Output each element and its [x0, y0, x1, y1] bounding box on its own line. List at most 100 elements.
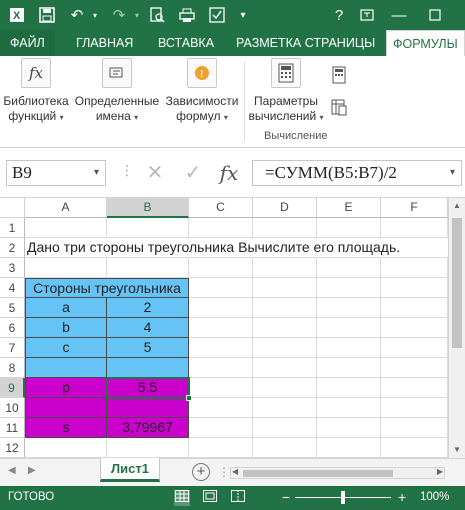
- cell-d5[interactable]: [253, 298, 317, 318]
- cell-f6[interactable]: [381, 318, 448, 338]
- cell-a11[interactable]: s: [25, 418, 107, 438]
- cell-b5[interactable]: 2: [107, 298, 189, 318]
- cell-a9[interactable]: p: [25, 378, 107, 398]
- cell-f3[interactable]: [381, 258, 448, 278]
- insert-function-button[interactable]: fx: [216, 160, 242, 186]
- excel-logo-icon[interactable]: X: [6, 4, 28, 26]
- cell-f4[interactable]: [381, 278, 448, 298]
- cell-a12[interactable]: [25, 438, 107, 458]
- cancel-icon[interactable]: ✕: [144, 160, 166, 186]
- cell-f8[interactable]: [381, 358, 448, 378]
- cell-c8[interactable]: [189, 358, 253, 378]
- cell-c3[interactable]: [189, 258, 253, 278]
- cell-f5[interactable]: [381, 298, 448, 318]
- column-header-d[interactable]: D: [253, 198, 317, 218]
- print-preview-icon[interactable]: [146, 4, 168, 26]
- column-header-f[interactable]: F: [381, 198, 448, 218]
- calculation-options-button[interactable]: Параметры вычислений ▾: [246, 56, 326, 125]
- cell-f1[interactable]: [381, 218, 448, 238]
- tab-file[interactable]: ФАЙЛ: [0, 30, 55, 56]
- select-all-corner[interactable]: [0, 198, 25, 218]
- minimize-icon[interactable]: —: [388, 4, 410, 26]
- cell-e3[interactable]: [317, 258, 381, 278]
- row-header-6[interactable]: 6: [0, 318, 25, 338]
- cell-b8[interactable]: [107, 358, 189, 378]
- cell-f10[interactable]: [381, 398, 448, 418]
- column-header-e[interactable]: E: [317, 198, 381, 218]
- tab-formulas[interactable]: ФОРМУЛЫ: [386, 30, 465, 56]
- cell-a6[interactable]: b: [25, 318, 107, 338]
- cell-c1[interactable]: [189, 218, 253, 238]
- cell-c10[interactable]: [189, 398, 253, 418]
- redo-dropdown-icon[interactable]: ▾: [126, 4, 148, 26]
- zoom-out-icon[interactable]: −: [282, 489, 290, 505]
- page-layout-view-icon[interactable]: [202, 490, 218, 506]
- cell-d12[interactable]: [253, 438, 317, 458]
- horizontal-scrollbar[interactable]: ◀ ▶: [230, 467, 445, 479]
- cell-a4-header[interactable]: Стороны треугольника: [25, 278, 189, 298]
- cell-c6[interactable]: [189, 318, 253, 338]
- cell-a3[interactable]: [25, 258, 107, 278]
- cell-e8[interactable]: [317, 358, 381, 378]
- cell-d4[interactable]: [253, 278, 317, 298]
- vertical-scroll-thumb[interactable]: [452, 218, 462, 348]
- cell-f11[interactable]: [381, 418, 448, 438]
- row-header-1[interactable]: 1: [0, 218, 25, 238]
- horizontal-scroll-thumb[interactable]: [243, 470, 393, 477]
- cell-b9[interactable]: 5,5: [107, 378, 189, 398]
- row-header-4[interactable]: 4: [0, 278, 25, 298]
- row-header-10[interactable]: 10: [0, 398, 25, 418]
- defined-names-button[interactable]: Определенные имена ▾: [74, 56, 160, 125]
- cell-f7[interactable]: [381, 338, 448, 358]
- maximize-icon[interactable]: [424, 4, 446, 26]
- zoom-slider-thumb[interactable]: [341, 491, 345, 504]
- cell-b1[interactable]: [107, 218, 189, 238]
- cell-d10[interactable]: [253, 398, 317, 418]
- column-header-b[interactable]: B: [107, 198, 189, 218]
- column-header-c[interactable]: C: [189, 198, 253, 218]
- cell-b3[interactable]: [107, 258, 189, 278]
- row-header-3[interactable]: 3: [0, 258, 25, 278]
- cell-e5[interactable]: [317, 298, 381, 318]
- cell-c9[interactable]: [189, 378, 253, 398]
- sheet-tab-active[interactable]: Лист1: [100, 458, 160, 482]
- grip-icon[interactable]: ⋮: [218, 465, 230, 479]
- row-header-5[interactable]: 5: [0, 298, 25, 318]
- chevron-down-icon[interactable]: ▾: [450, 161, 455, 185]
- normal-view-icon[interactable]: [174, 490, 190, 506]
- customize-icon[interactable]: ▾: [232, 4, 254, 26]
- cell-b11[interactable]: 3,79967: [107, 418, 189, 438]
- cell-b10[interactable]: [107, 398, 189, 418]
- cell-a2-task[interactable]: Дано три стороны треугольника Вычислите …: [25, 238, 448, 258]
- add-sheet-icon[interactable]: +: [192, 463, 210, 481]
- cell-e4[interactable]: [317, 278, 381, 298]
- row-header-7[interactable]: 7: [0, 338, 25, 358]
- cell-c11[interactable]: [189, 418, 253, 438]
- sheet-prev-icon[interactable]: ◀: [8, 465, 16, 476]
- help-icon[interactable]: ?: [328, 4, 350, 26]
- row-header-2[interactable]: 2: [0, 238, 25, 258]
- enter-icon[interactable]: ✓: [182, 160, 204, 186]
- cell-d1[interactable]: [253, 218, 317, 238]
- cell-e7[interactable]: [317, 338, 381, 358]
- cell-c12[interactable]: [189, 438, 253, 458]
- cell-b7[interactable]: 5: [107, 338, 189, 358]
- cell-d3[interactable]: [253, 258, 317, 278]
- cell-c7[interactable]: [189, 338, 253, 358]
- tab-page-layout[interactable]: РАЗМЕТКА СТРАНИЦЫ: [236, 30, 375, 56]
- save-icon[interactable]: [36, 4, 58, 26]
- row-header-12[interactable]: 12: [0, 438, 25, 458]
- calculate-now-button[interactable]: [326, 66, 352, 88]
- cell-b6[interactable]: 4: [107, 318, 189, 338]
- cell-e6[interactable]: [317, 318, 381, 338]
- cell-d9[interactable]: [253, 378, 317, 398]
- cell-d11[interactable]: [253, 418, 317, 438]
- row-header-8[interactable]: 8: [0, 358, 25, 378]
- cell-a5[interactable]: a: [25, 298, 107, 318]
- tab-home[interactable]: ГЛАВНАЯ: [76, 30, 133, 56]
- column-header-a[interactable]: A: [25, 198, 107, 218]
- cell-e11[interactable]: [317, 418, 381, 438]
- cell-d7[interactable]: [253, 338, 317, 358]
- cell-a10[interactable]: [25, 398, 107, 418]
- cell-e1[interactable]: [317, 218, 381, 238]
